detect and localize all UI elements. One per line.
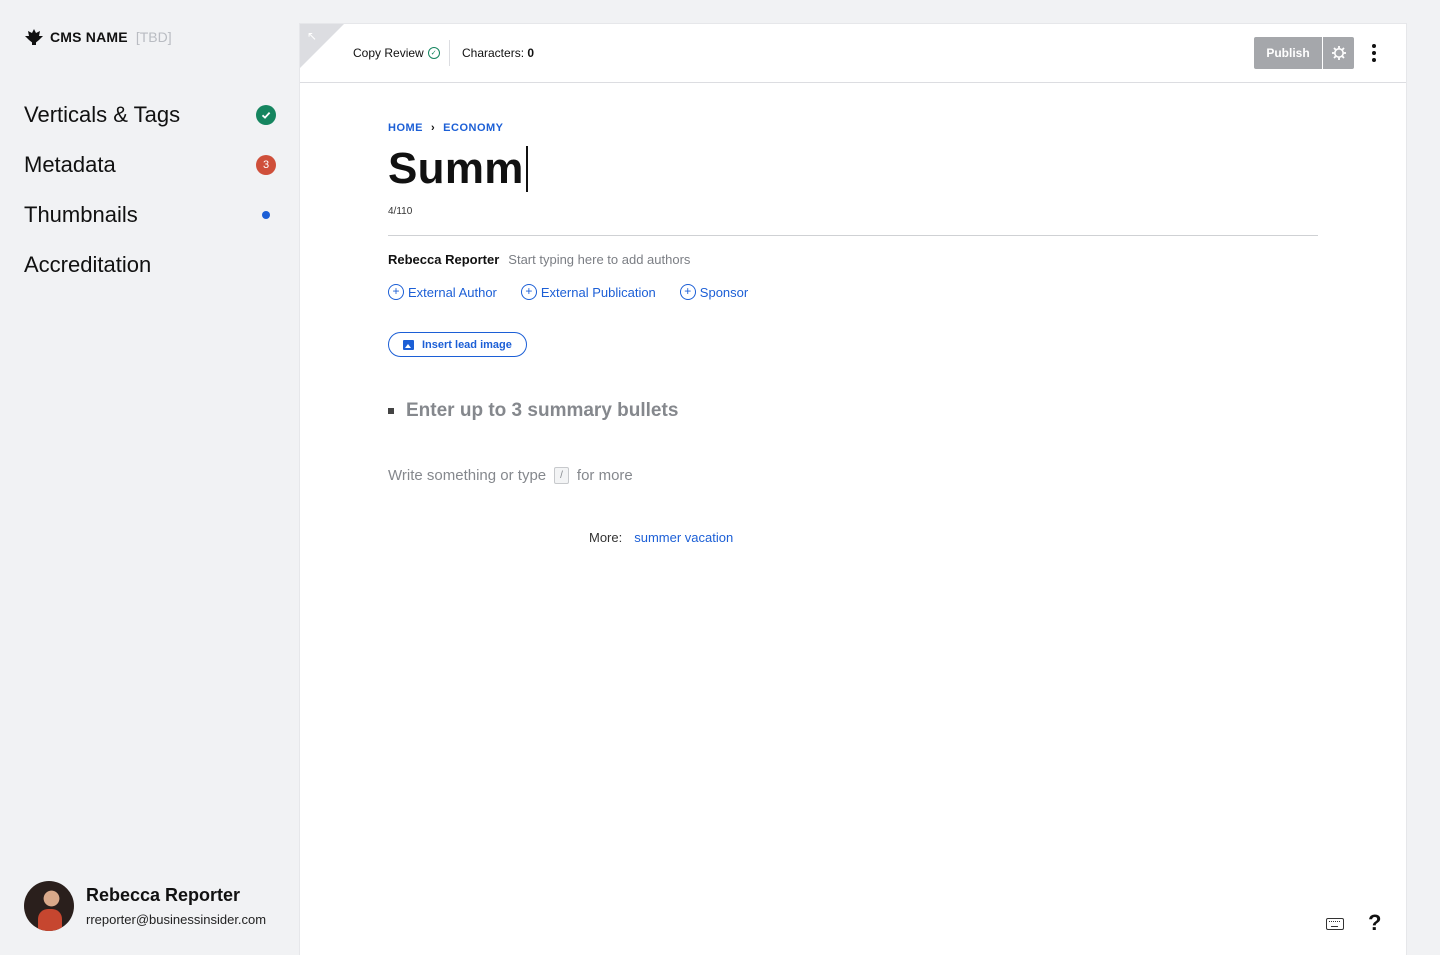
insert-lead-image-button[interactable]: Insert lead image bbox=[388, 332, 527, 357]
contributor-actions: + External Author + External Publication… bbox=[388, 284, 748, 300]
add-link-label: Sponsor bbox=[699, 284, 749, 300]
sidebar-item-metadata[interactable]: Metadata 3 bbox=[24, 140, 276, 190]
related-link[interactable]: summer vacation bbox=[634, 530, 733, 545]
write-suffix: for more bbox=[576, 467, 633, 484]
chevron-right-icon: › bbox=[431, 122, 436, 134]
sidebar-item-label: Verticals & Tags bbox=[24, 102, 181, 127]
authors-row: Rebecca Reporter bbox=[388, 252, 769, 267]
brand-logo-icon bbox=[25, 29, 43, 45]
characters-label: Characters: bbox=[462, 46, 525, 60]
breadcrumb-home[interactable]: HOME bbox=[388, 122, 423, 134]
add-external-publication-link[interactable]: + External Publication bbox=[520, 284, 656, 300]
brand-name: CMS NAME bbox=[50, 29, 128, 45]
write-prefix: Write something or type bbox=[388, 467, 547, 484]
copy-review-status[interactable]: Copy Review ✓ bbox=[353, 46, 440, 60]
sidebar: CMS NAME [TBD] Verticals & Tags Metadata… bbox=[0, 0, 300, 955]
bullet-icon bbox=[388, 408, 394, 414]
user-name: Rebecca Reporter bbox=[86, 885, 241, 905]
sidebar-item-thumbnails[interactable]: Thumbnails bbox=[24, 190, 276, 240]
sidebar-nav: Verticals & Tags Metadata 3 Thumbnails A… bbox=[24, 90, 276, 290]
keyboard-icon[interactable] bbox=[1326, 918, 1344, 930]
insert-lead-image-label: Insert lead image bbox=[422, 338, 512, 351]
more-options-icon[interactable] bbox=[1366, 42, 1382, 64]
editor-toolbar: ↖ Copy Review ✓ Characters: 0 Publish bbox=[300, 24, 1406, 83]
avatar bbox=[24, 881, 74, 931]
brand-tag: [TBD] bbox=[135, 29, 172, 45]
more-related: More: summer vacation bbox=[589, 530, 733, 545]
help-icon[interactable]: ? bbox=[1368, 910, 1381, 936]
add-external-author-link[interactable]: + External Author bbox=[388, 284, 497, 300]
body-editor-placeholder[interactable]: Write something or type / for more bbox=[388, 467, 633, 484]
editor-panel: ↖ Copy Review ✓ Characters: 0 Publish HO… bbox=[300, 24, 1406, 955]
settings-button[interactable] bbox=[1323, 37, 1354, 69]
characters-value: 0 bbox=[527, 46, 535, 60]
sidebar-item-label: Metadata bbox=[24, 152, 116, 177]
sidebar-item-label: Thumbnails bbox=[24, 202, 138, 227]
divider bbox=[388, 235, 1318, 236]
headline-text: Summ bbox=[388, 144, 524, 193]
add-link-label: External Author bbox=[408, 284, 497, 300]
publish-button[interactable]: Publish bbox=[1254, 37, 1322, 69]
breadcrumb: HOME › ECONOMY bbox=[388, 122, 504, 134]
text-caret bbox=[525, 146, 528, 192]
issue-count-badge: 3 bbox=[256, 155, 276, 175]
collapse-arrow-icon[interactable]: ↖ bbox=[307, 29, 317, 43]
summary-bullets-input[interactable]: Enter up to 3 summary bullets bbox=[388, 400, 678, 422]
headline-char-count: 4/110 bbox=[388, 206, 413, 217]
brand: CMS NAME [TBD] bbox=[24, 28, 172, 46]
sidebar-item-label: Accreditation bbox=[24, 252, 152, 277]
sidebar-item-accreditation[interactable]: Accreditation bbox=[24, 240, 276, 290]
plus-circle-icon: + bbox=[388, 284, 404, 300]
plus-circle-icon: + bbox=[520, 284, 537, 300]
sidebar-item-verticals-tags[interactable]: Verticals & Tags bbox=[24, 90, 276, 140]
complete-check-icon bbox=[256, 105, 276, 125]
user-profile[interactable]: Rebecca Reporter rreporter@businessinsid… bbox=[24, 881, 266, 931]
add-link-label: External Publication bbox=[540, 284, 656, 300]
image-icon bbox=[403, 339, 414, 350]
plus-circle-icon: + bbox=[679, 284, 696, 300]
author-chip[interactable]: Rebecca Reporter bbox=[388, 252, 499, 267]
user-email: rreporter@businessinsider.com bbox=[86, 912, 267, 927]
check-circle-icon: ✓ bbox=[427, 47, 440, 59]
breadcrumb-economy[interactable]: ECONOMY bbox=[443, 122, 503, 134]
author-search-input[interactable] bbox=[508, 252, 769, 267]
toolbar-divider bbox=[449, 40, 450, 66]
add-sponsor-link[interactable]: + Sponsor bbox=[679, 284, 749, 300]
gear-icon bbox=[1331, 46, 1346, 60]
summary-bullets-placeholder: Enter up to 3 summary bullets bbox=[406, 400, 679, 421]
character-count: Characters: 0 bbox=[462, 46, 534, 60]
slash-key-hint: / bbox=[554, 467, 569, 484]
more-label: More: bbox=[589, 530, 623, 545]
copy-review-label: Copy Review bbox=[353, 46, 424, 60]
headline-input[interactable]: Summ bbox=[388, 144, 528, 194]
status-dot-icon bbox=[262, 211, 270, 219]
